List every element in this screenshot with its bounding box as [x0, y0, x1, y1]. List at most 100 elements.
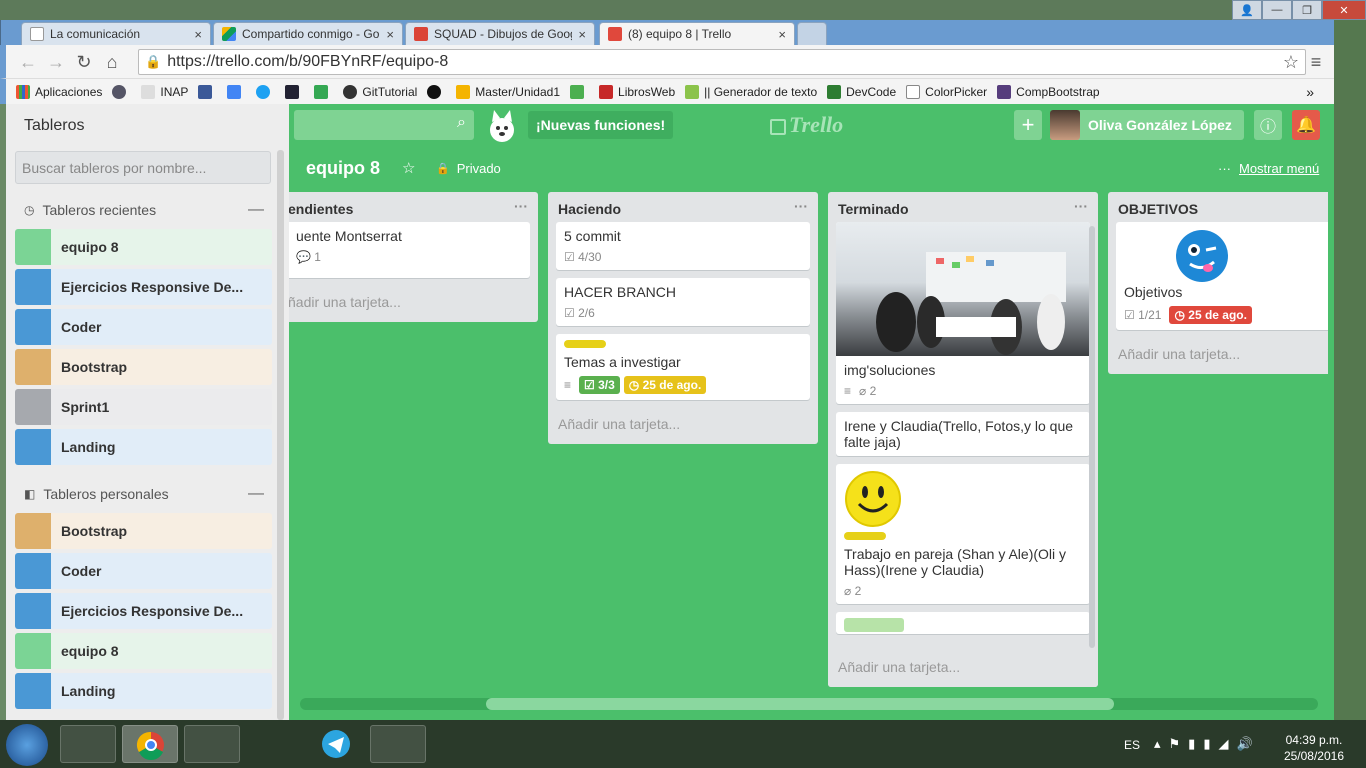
- bookmark-star-icon[interactable]: ☆: [1283, 52, 1299, 73]
- board-list-item[interactable]: Coder: [15, 553, 272, 589]
- maximize-button[interactable]: ❐: [1292, 0, 1322, 20]
- board-list-item[interactable]: Ejercicios Responsive De...: [15, 593, 272, 629]
- bookmark-facebook[interactable]: [198, 84, 217, 99]
- show-menu-button[interactable]: ··· Mostrar menú: [1218, 161, 1319, 176]
- board-list-item[interactable]: Landing: [15, 673, 272, 709]
- bookmark-librosweb[interactable]: LibrosWeb: [599, 84, 675, 99]
- star-board-icon[interactable]: ☆: [402, 159, 415, 177]
- collapse-button[interactable]: —: [248, 201, 264, 219]
- bookmark-w3[interactable]: [570, 84, 589, 99]
- card[interactable]: Objetivos ☑ 1/21 ◷ 25 de ago.: [1116, 222, 1328, 330]
- tab-close-icon[interactable]: ×: [778, 27, 786, 42]
- card[interactable]: HACER BRANCH ☑ 2/6: [556, 278, 810, 326]
- info-icon[interactable]: ⓘ: [1254, 110, 1282, 140]
- card[interactable]: Trabajo en pareja (Shan y Ale)(Oli y Has…: [836, 464, 1090, 604]
- list-menu-icon[interactable]: ···: [794, 198, 808, 214]
- apps-grid-icon: [16, 84, 30, 99]
- start-button[interactable]: [6, 724, 48, 766]
- git-app-icon[interactable]: [370, 725, 426, 763]
- bookmark-master[interactable]: Master/Unidad1: [456, 84, 560, 99]
- reload-icon[interactable]: ↻: [72, 50, 96, 74]
- bookmark-gittutorial[interactable]: GitTutorial: [343, 84, 417, 99]
- board-list-item[interactable]: equipo 8: [15, 229, 272, 265]
- bookmark-globe[interactable]: [112, 84, 131, 99]
- collapse-button[interactable]: —: [248, 485, 264, 503]
- bookmark-generador[interactable]: || Generador de texto: [685, 84, 817, 99]
- address-bar[interactable]: 🔒 https://trello.com/b/90FBYnRF/equipo-8…: [138, 49, 1306, 75]
- board-search-input[interactable]: Buscar tableros por nombre...: [15, 151, 271, 184]
- add-card-button[interactable]: Añadir una tarjeta...: [1108, 338, 1328, 374]
- card[interactable]: img'soluciones ≡ ⌀ 2: [836, 222, 1090, 404]
- window-controls: 👤 — ❐ ✕: [1232, 0, 1366, 20]
- add-card-button[interactable]: Añadir una tarjeta...: [548, 408, 818, 444]
- browser-tab[interactable]: Compartido conmigo - Go ×: [213, 22, 403, 45]
- add-card-button[interactable]: ñadir una tarjeta...: [268, 286, 538, 322]
- card[interactable]: 5 commit ☑ 4/30: [556, 222, 810, 270]
- board-color-swatch: [15, 389, 51, 425]
- list-header[interactable]: OBJETIVOS: [1108, 192, 1328, 222]
- bookmark-twitter[interactable]: [256, 84, 275, 99]
- system-tray-icons[interactable]: ▴⚑▮▮◢🔊: [1154, 736, 1261, 752]
- card[interactable]: Temas a investigar ≡ ☑ 3/3 ◷ 25 de ago.: [556, 334, 810, 400]
- chrome-icon[interactable]: [122, 725, 178, 763]
- add-button[interactable]: +: [1014, 110, 1042, 140]
- home-icon[interactable]: ⌂: [100, 50, 124, 74]
- list-header[interactable]: endientes ···: [268, 192, 538, 222]
- trello-logo[interactable]: Trello: [770, 112, 843, 138]
- bookmark-compbootstrap[interactable]: CompBootstrap: [997, 84, 1100, 99]
- bookmark-devcode[interactable]: DevCode: [827, 84, 896, 99]
- sublime-text-icon[interactable]: [184, 725, 240, 763]
- new-tab-button[interactable]: [797, 22, 827, 45]
- scrollbar-thumb[interactable]: [486, 698, 1114, 710]
- minimize-button[interactable]: —: [1262, 0, 1292, 20]
- browser-tab-active[interactable]: (8) equipo 8 | Trello ×: [599, 22, 795, 45]
- add-card-button[interactable]: Añadir una tarjeta...: [828, 651, 1098, 687]
- notifications-bell-icon[interactable]: 🔔: [1292, 110, 1320, 140]
- board-list-item[interactable]: Ejercicios Responsive De...: [15, 269, 272, 305]
- bookmark-inap[interactable]: INAP: [141, 84, 188, 99]
- browser-tab[interactable]: La comunicación ×: [21, 22, 211, 45]
- user-icon[interactable]: 👤: [1232, 0, 1262, 20]
- board-title[interactable]: equipo 8: [306, 158, 380, 179]
- list-header[interactable]: Haciendo ···: [548, 192, 818, 222]
- tab-close-icon[interactable]: ×: [578, 27, 586, 42]
- bookmark-apps[interactable]: Aplicaciones: [16, 84, 102, 99]
- forward-arrow-icon[interactable]: →: [44, 50, 68, 74]
- bookmark-github[interactable]: [427, 84, 446, 99]
- bookmark-colorpicker[interactable]: ColorPicker: [906, 84, 987, 99]
- card[interactable]: [836, 612, 1090, 634]
- visibility-button[interactable]: 🔒 Privado: [436, 161, 501, 176]
- bookmark-code[interactable]: [285, 84, 304, 99]
- file-explorer-icon[interactable]: [60, 725, 116, 763]
- board-list-item[interactable]: Bootstrap: [15, 349, 272, 385]
- inap-icon: [141, 84, 156, 99]
- clock[interactable]: 04:39 p.m. 25/08/2016: [1284, 732, 1344, 764]
- git-app-icon[interactable]: [246, 725, 302, 763]
- board-list-item[interactable]: Landing: [15, 429, 272, 465]
- tab-close-icon[interactable]: ×: [194, 27, 202, 42]
- tab-close-icon[interactable]: ×: [386, 27, 394, 42]
- board-list-item[interactable]: Coder: [15, 309, 272, 345]
- board-search-input[interactable]: ⌕: [294, 110, 474, 140]
- list-header[interactable]: Terminado ···: [828, 192, 1098, 222]
- more-bookmarks-button[interactable]: »: [1306, 84, 1314, 100]
- card[interactable]: uente Montserrat 💬 1: [276, 222, 530, 278]
- bookmark-maps[interactable]: [314, 84, 333, 99]
- card[interactable]: Irene y Claudia(Trello, Fotos,y lo que f…: [836, 412, 1090, 456]
- language-indicator[interactable]: ES: [1124, 738, 1140, 752]
- board-list-item[interactable]: Sprint1: [15, 389, 272, 425]
- back-arrow-icon[interactable]: ←: [16, 50, 40, 74]
- list-menu-icon[interactable]: ···: [514, 198, 528, 214]
- drawer-scrollbar[interactable]: [277, 150, 284, 720]
- user-menu-button[interactable]: Oliva González López: [1050, 110, 1244, 140]
- board-list-item[interactable]: Bootstrap: [15, 513, 272, 549]
- telegram-icon[interactable]: [308, 725, 364, 763]
- close-window-button[interactable]: ✕: [1322, 0, 1366, 20]
- list-scrollbar[interactable]: [1089, 226, 1095, 648]
- board-list-item[interactable]: equipo 8: [15, 633, 272, 669]
- browser-tab[interactable]: SQUAD - Dibujos de Goog ×: [405, 22, 595, 45]
- list-menu-icon[interactable]: ···: [1074, 198, 1088, 214]
- chrome-menu-icon[interactable]: ≡: [1304, 50, 1328, 74]
- bookmark-translate[interactable]: [227, 84, 246, 99]
- new-features-button[interactable]: ¡Nuevas funciones!: [528, 111, 674, 139]
